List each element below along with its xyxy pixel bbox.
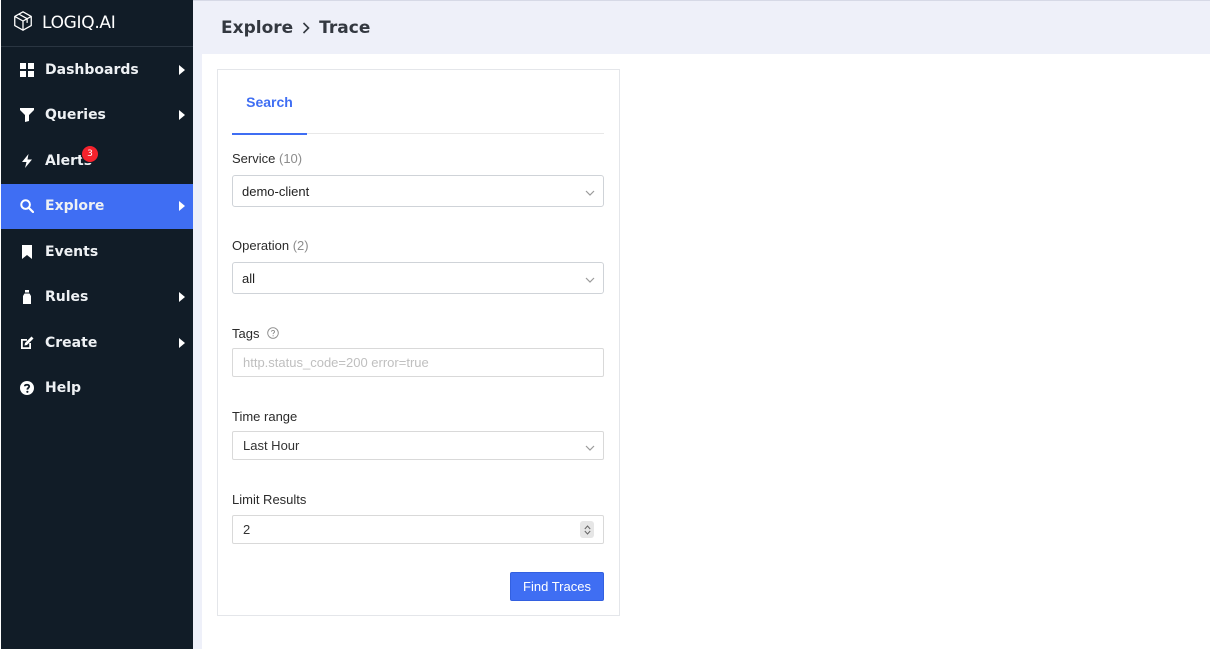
sidebar-item-label: Rules <box>45 289 89 306</box>
service-select[interactable]: demo-client <box>232 175 604 207</box>
caret-right-icon <box>179 64 185 75</box>
time-range-label: Time range <box>232 409 297 424</box>
limit-results-label-text: Limit Results <box>232 492 307 507</box>
chevron-down-icon <box>585 273 595 283</box>
tags-input[interactable]: http.status_code=200 error=true <box>232 348 604 377</box>
find-traces-button[interactable]: Find Traces <box>510 572 604 601</box>
grid-icon <box>19 62 35 78</box>
time-range-label-text: Time range <box>232 409 298 424</box>
sidebar-item-events[interactable]: Events <box>1 229 193 275</box>
trace-search-panel: Search Service (10) demo-client Operatio… <box>217 69 620 616</box>
service-label-text: Service <box>232 151 276 166</box>
app-root: LOGIQ.AI Dashboards Queries Alerts 3 Exp… <box>0 0 1210 649</box>
caret-right-icon <box>179 110 185 121</box>
sidebar-item-label: Help <box>45 380 82 397</box>
chevron-down-icon <box>585 441 595 451</box>
limit-results-value: 2 <box>243 522 251 537</box>
sidebar-item-label: Explore <box>45 198 105 215</box>
alerts-count-badge: 3 <box>82 146 98 162</box>
sidebar-item-help[interactable]: Help <box>1 366 193 412</box>
tags-label-text: Tags <box>232 326 260 341</box>
chevron-right-icon <box>302 21 310 34</box>
question-circle-icon <box>19 380 35 396</box>
limit-results-input[interactable]: 2 <box>232 515 604 544</box>
time-range-select-value: Last Hour <box>243 438 300 453</box>
bookmark-icon <box>19 244 35 260</box>
service-select-value: demo-client <box>242 183 310 199</box>
stepper-down-icon <box>583 530 591 535</box>
search-tabs: Search <box>232 70 604 135</box>
chevron-down-icon <box>585 186 595 196</box>
bottle-icon <box>19 289 35 305</box>
operation-count: (2) <box>292 238 309 253</box>
service-count: (10) <box>278 151 303 166</box>
tags-input-placeholder: http.status_code=200 error=true <box>243 355 429 370</box>
number-stepper[interactable] <box>580 521 594 538</box>
limit-results-label: Limit Results <box>232 492 306 507</box>
sidebar-item-explore[interactable]: Explore <box>1 183 193 229</box>
sidebar-item-label: Create <box>45 334 98 351</box>
breadcrumb: Explore Trace <box>193 0 1210 54</box>
question-circle-icon[interactable] <box>267 327 279 339</box>
brand-logo[interactable]: LOGIQ.AI <box>1 0 193 47</box>
operation-label-text: Operation <box>232 238 290 253</box>
filter-icon <box>19 107 35 123</box>
breadcrumb-current: Trace <box>319 17 371 38</box>
sidebar-item-rules[interactable]: Rules <box>1 275 193 321</box>
sidebar-item-label: Queries <box>45 107 106 124</box>
search-icon <box>19 198 35 214</box>
sidebar-item-label: Events <box>45 243 99 260</box>
sidebar: LOGIQ.AI Dashboards Queries Alerts 3 Exp… <box>1 0 193 649</box>
operation-select[interactable]: all <box>232 262 604 294</box>
edit-icon <box>19 335 35 351</box>
content-left-gutter <box>193 54 202 649</box>
caret-right-icon <box>179 201 185 212</box>
brand-name: LOGIQ.AI <box>42 13 116 33</box>
caret-right-icon <box>179 337 185 348</box>
tab-search[interactable]: Search <box>232 70 307 135</box>
sidebar-item-label: Dashboards <box>45 61 139 78</box>
sidebar-item-dashboards[interactable]: Dashboards <box>1 47 193 93</box>
sidebar-nav: Dashboards Queries Alerts 3 Explore Even… <box>1 47 193 411</box>
cube-logo-icon <box>12 10 42 37</box>
breadcrumb-parent[interactable]: Explore <box>221 18 293 38</box>
operation-select-value: all <box>242 270 256 286</box>
sidebar-item-alerts[interactable]: Alerts 3 <box>1 138 193 184</box>
time-range-select[interactable]: Last Hour <box>232 431 604 460</box>
service-label: Service (10) <box>232 151 302 166</box>
sidebar-item-create[interactable]: Create <box>1 320 193 366</box>
bolt-icon <box>19 153 35 169</box>
tags-label: Tags <box>232 326 279 341</box>
sidebar-item-queries[interactable]: Queries <box>1 93 193 139</box>
caret-right-icon <box>179 292 185 303</box>
operation-label: Operation (2) <box>232 238 309 253</box>
